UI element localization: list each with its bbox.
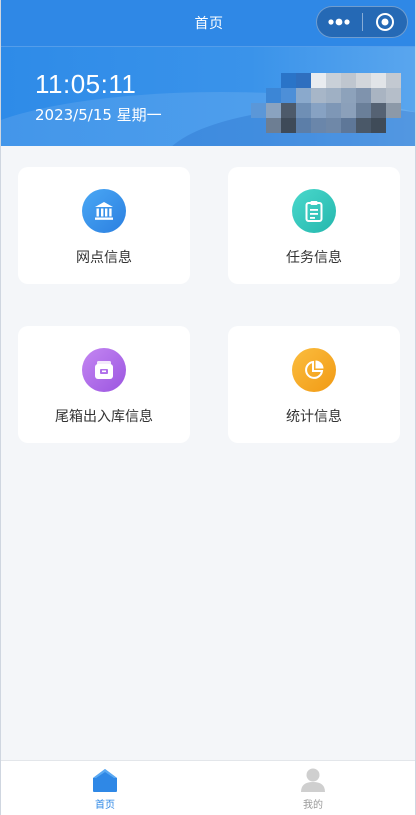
- page-title: 首页: [194, 16, 224, 32]
- nav-bar: 首页: [1, 0, 415, 47]
- bottom-tab-bar: 首页 我的: [1, 760, 415, 815]
- card-statistics-info[interactable]: 统计信息: [228, 326, 400, 443]
- clipboard-icon: [305, 201, 323, 222]
- more-dots-icon: [328, 18, 350, 26]
- card-icon-circle: [82, 348, 126, 392]
- tab-home-label: 首页: [95, 800, 115, 811]
- target-circle-icon: [375, 13, 394, 31]
- tab-mine-label: 我的: [303, 800, 323, 811]
- user-icon: [301, 768, 325, 792]
- card-icon-circle: [292, 189, 336, 233]
- card-icon-circle: [292, 348, 336, 392]
- card-label: 尾箱出入库信息: [55, 409, 153, 425]
- card-branch-info[interactable]: 网点信息: [18, 167, 190, 284]
- card-label: 任务信息: [286, 250, 342, 266]
- card-task-info[interactable]: 任务信息: [228, 167, 400, 284]
- card-label: 统计信息: [286, 409, 342, 425]
- close-button[interactable]: [362, 7, 407, 37]
- home-icon: [93, 769, 117, 792]
- more-button[interactable]: [317, 7, 362, 37]
- card-icon-circle: [82, 189, 126, 233]
- clock-date: 2023/5/15 星期一: [35, 106, 162, 124]
- app-frame: 首页 11:05:11 2023/5/15 星期一 网点信息 任务信息 尾箱出入…: [0, 0, 416, 815]
- mini-program-capsule: [316, 6, 408, 38]
- card-label: 网点信息: [76, 250, 132, 266]
- tab-mine[interactable]: 我的: [209, 761, 415, 815]
- pie-chart-icon: [305, 360, 324, 379]
- bank-building-icon: [95, 202, 113, 220]
- clock-time: 11:05:11: [35, 69, 137, 99]
- pixelated-image: [251, 73, 401, 133]
- box-icon: [95, 361, 113, 379]
- tab-home[interactable]: 首页: [1, 761, 209, 815]
- card-tailbox-inout-info[interactable]: 尾箱出入库信息: [18, 326, 190, 443]
- header-banner: 11:05:11 2023/5/15 星期一: [1, 47, 415, 146]
